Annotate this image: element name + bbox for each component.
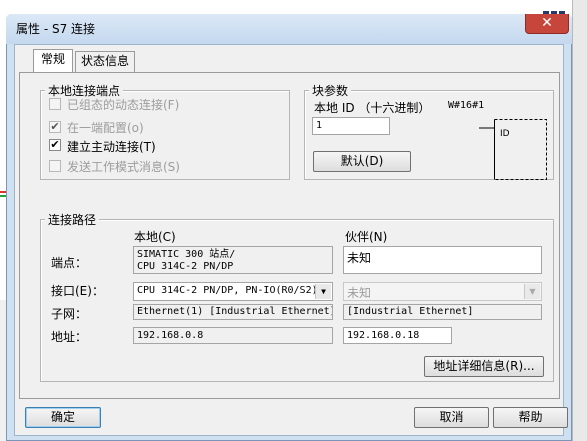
partner-column-header: 伙伴(N) xyxy=(345,230,388,244)
block-params-legend: 块参数 xyxy=(309,82,352,99)
interface-label: 接口(E)： xyxy=(51,284,104,298)
local-id-label: 本地 ID （十六进制） xyxy=(314,101,431,115)
chevron-down-icon[interactable]: ▼ xyxy=(315,284,331,299)
local-interface-value: CPU 314C-2 PN/DP, PN-IO(R0/S2) xyxy=(137,285,318,296)
configured-dynamic-label: 已组态的动态连接(F) xyxy=(67,98,180,112)
partner-endpoint-field[interactable]: 未知 xyxy=(343,246,542,274)
ok-button[interactable]: 确定 xyxy=(25,407,101,428)
partner-interface-select[interactable]: 未知 ▼ xyxy=(343,282,542,301)
local-interface-select[interactable]: CPU 314C-2 PN/DP, PN-IO(R0/S2) ▼ xyxy=(133,282,333,301)
send-mode-messages-checkbox[interactable] xyxy=(49,160,61,172)
window-title: 属性 - S7 连接 xyxy=(16,22,96,36)
local-address-field: 192.168.0.8 xyxy=(133,327,333,344)
partner-address-input[interactable]: 192.168.0.18 xyxy=(343,327,452,344)
connection-path-legend: 连接路径 xyxy=(45,211,100,228)
cancel-button[interactable]: 取消 xyxy=(414,407,489,428)
hex-id-value: W#16#1 xyxy=(448,100,485,111)
local-endpoint-line2: CPU 314C-2 PN/DP xyxy=(137,261,234,272)
chevron-down-icon[interactable]: ▼ xyxy=(524,284,540,299)
send-mode-messages-label: 发送工作模式消息(S) xyxy=(67,160,180,174)
local-column-header: 本地(C) xyxy=(134,230,176,244)
subnet-label: 子网： xyxy=(51,307,88,321)
one-end-config-checkbox[interactable]: ✔ xyxy=(49,121,61,133)
local-subnet-field: Ethernet(1) [Industrial Ethernet] xyxy=(133,304,333,320)
active-connection-checkbox[interactable]: ✔ xyxy=(49,139,61,151)
block-diagram-label: ID xyxy=(500,129,510,139)
address-label: 地址： xyxy=(51,330,88,344)
help-button[interactable]: 帮助 xyxy=(493,407,568,428)
block-diagram-icon: ID xyxy=(479,119,547,180)
tab-general[interactable]: 常规 xyxy=(33,49,73,72)
one-end-config-label: 在一端配置(o) xyxy=(67,121,144,135)
background-app-edge xyxy=(572,0,587,441)
tab-status-info[interactable]: 状态信息 xyxy=(75,51,135,72)
configured-dynamic-checkbox[interactable] xyxy=(49,98,61,110)
active-connection-label: 建立主动连接(T) xyxy=(67,140,156,154)
close-button[interactable]: ✕ xyxy=(525,14,569,34)
local-endpoint-line1: SIMATIC 300 站点/ xyxy=(137,249,236,260)
partner-subnet-field: [Industrial Ethernet] xyxy=(343,304,542,320)
default-button[interactable]: 默认(D) xyxy=(313,151,411,172)
endpoint-label: 端点： xyxy=(51,256,88,270)
local-id-input[interactable]: 1 xyxy=(312,117,390,135)
partner-interface-value: 未知 xyxy=(347,286,372,300)
address-details-button[interactable]: 地址详细信息(R)... xyxy=(424,356,544,377)
close-icon: ✕ xyxy=(541,15,553,31)
local-endpoint-field: SIMATIC 300 站点/ CPU 314C-2 PN/DP xyxy=(133,246,333,274)
